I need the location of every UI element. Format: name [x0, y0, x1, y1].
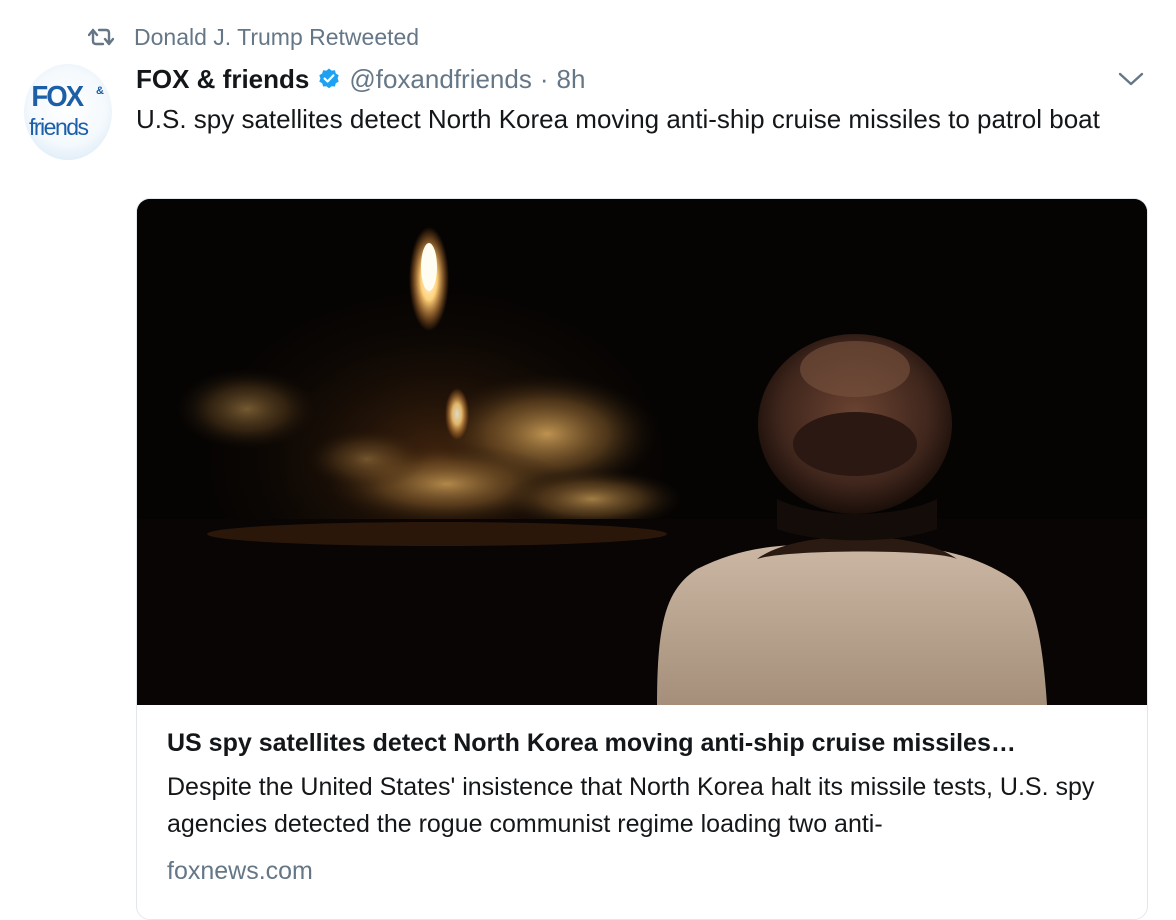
retweet-context: Donald J. Trump Retweeted [88, 22, 419, 52]
tweet[interactable]: Donald J. Trump Retweeted FOX & friends … [0, 0, 1176, 920]
avatar[interactable]: FOX & friends [24, 64, 112, 160]
retweet-text[interactable]: Donald J. Trump Retweeted [134, 24, 419, 51]
avatar-logo-amp: & [96, 85, 104, 97]
author-name[interactable]: FOX & friends [136, 64, 309, 95]
verified-badge-icon [319, 68, 340, 89]
tweet-timestamp[interactable]: 8h [557, 64, 586, 95]
avatar-logo-friends: friends [29, 114, 89, 140]
tweet-text: U.S. spy satellites detect North Korea m… [136, 104, 1100, 134]
card-description: Despite the United States' insistence th… [167, 773, 1095, 838]
author-handle[interactable]: @foxandfriends [349, 64, 532, 95]
tweet-header: FOX & friends @foxandfriends · 8h [136, 60, 585, 98]
retweet-icon [88, 28, 114, 46]
card-title[interactable]: US spy satellites detect North Korea mov… [167, 723, 1127, 763]
card-domain: foxnews.com [167, 857, 313, 885]
missile-launch-photo [137, 199, 1147, 705]
card-image[interactable] [137, 199, 1147, 705]
separator-dot: · [539, 63, 549, 94]
card-body: US spy satellites detect North Korea mov… [167, 723, 1127, 886]
link-card[interactable]: US spy satellites detect North Korea mov… [136, 198, 1148, 920]
avatar-logo-fox: FOX [31, 81, 84, 113]
chevron-down-icon[interactable] [1118, 70, 1144, 88]
